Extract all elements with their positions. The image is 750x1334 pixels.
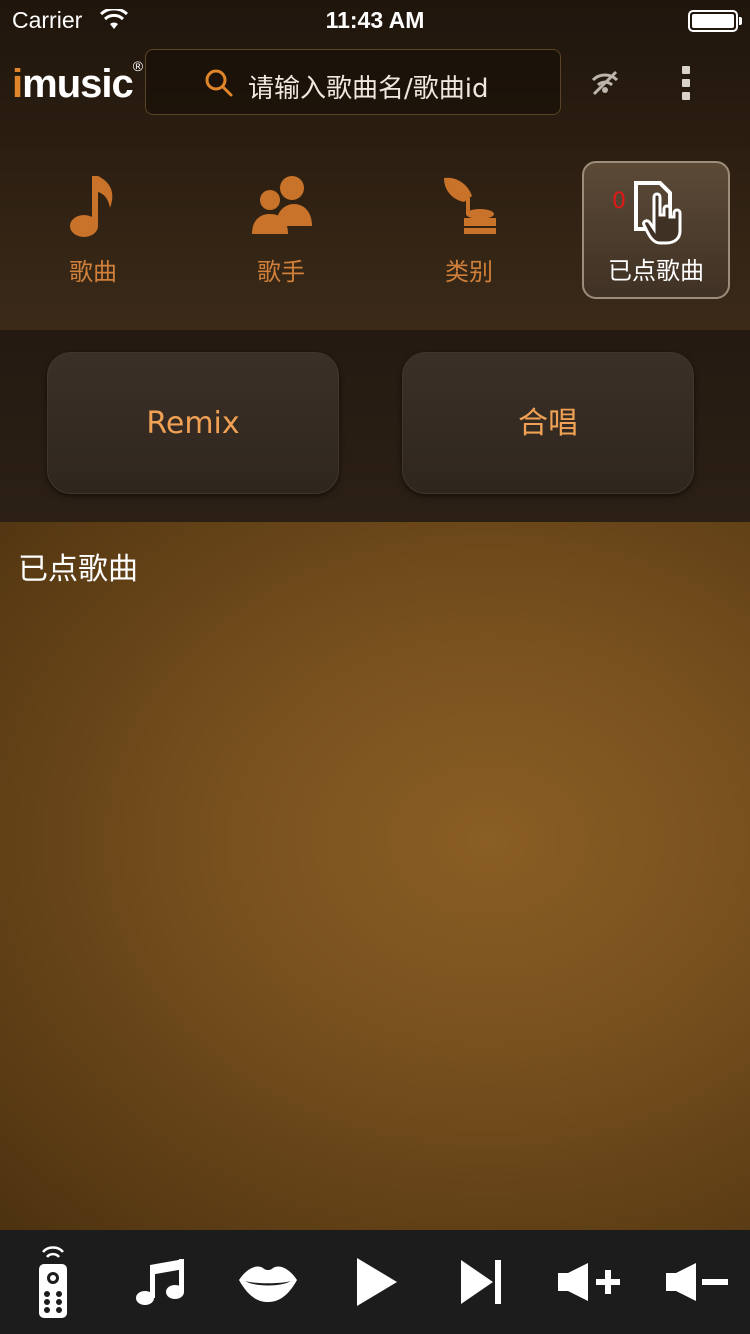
lips-button[interactable] bbox=[230, 1230, 306, 1334]
remote-button[interactable] bbox=[20, 1230, 86, 1334]
nav-label-songs: 歌曲 bbox=[69, 258, 117, 286]
battery-icon bbox=[688, 10, 742, 32]
singers-icon bbox=[252, 176, 312, 234]
remote-icon bbox=[39, 1246, 67, 1318]
music-button[interactable] bbox=[128, 1230, 194, 1334]
app-logo: imusic® bbox=[12, 58, 143, 106]
music-notes-icon bbox=[136, 1259, 184, 1305]
nav-item-singers[interactable]: 歌手 bbox=[206, 160, 356, 300]
search-placeholder: 请输入歌曲名/歌曲id bbox=[248, 74, 489, 104]
play-icon bbox=[357, 1258, 397, 1306]
nav-item-category[interactable]: 类别 bbox=[394, 160, 544, 300]
nav-item-songs[interactable]: 歌曲 bbox=[18, 160, 168, 300]
volume-down-icon bbox=[666, 1263, 728, 1301]
search-input[interactable]: 请输入歌曲名/歌曲id bbox=[145, 49, 561, 115]
play-button[interactable] bbox=[345, 1230, 407, 1334]
volume-down-button[interactable] bbox=[660, 1230, 734, 1334]
status-time: 11:43 AM bbox=[325, 7, 425, 33]
more-vertical-icon[interactable] bbox=[680, 66, 692, 102]
content-title: 已点歌曲 bbox=[18, 552, 138, 587]
lips-icon bbox=[239, 1266, 297, 1302]
nav-label-ordered-songs: 已点歌曲 bbox=[608, 257, 704, 285]
nav-label-singers: 歌手 bbox=[257, 258, 305, 286]
mode-band: Remix 合唱 bbox=[0, 330, 750, 522]
tap-document-icon bbox=[634, 181, 682, 245]
ordered-count-badge: 0 bbox=[612, 189, 626, 214]
playback-control-bar bbox=[0, 1230, 750, 1334]
chorus-button[interactable]: 合唱 bbox=[402, 352, 694, 494]
volume-up-button[interactable] bbox=[552, 1230, 626, 1334]
search-icon bbox=[205, 69, 233, 97]
music-note-icon bbox=[70, 176, 113, 237]
nav-item-ordered-songs[interactable]: 0 已点歌曲 bbox=[582, 161, 730, 299]
ordered-songs-list: 已点歌曲 bbox=[0, 522, 750, 1230]
next-track-icon bbox=[461, 1260, 501, 1304]
volume-up-icon bbox=[558, 1263, 620, 1301]
next-track-button[interactable] bbox=[452, 1230, 512, 1334]
gramophone-icon bbox=[444, 177, 496, 234]
nav-label-category: 类别 bbox=[445, 258, 493, 286]
remix-button[interactable]: Remix bbox=[47, 352, 339, 494]
wifi-off-icon[interactable] bbox=[590, 68, 620, 98]
logo-text: music bbox=[22, 62, 134, 106]
status-bar: Carrier 11:43 AM bbox=[0, 0, 750, 40]
